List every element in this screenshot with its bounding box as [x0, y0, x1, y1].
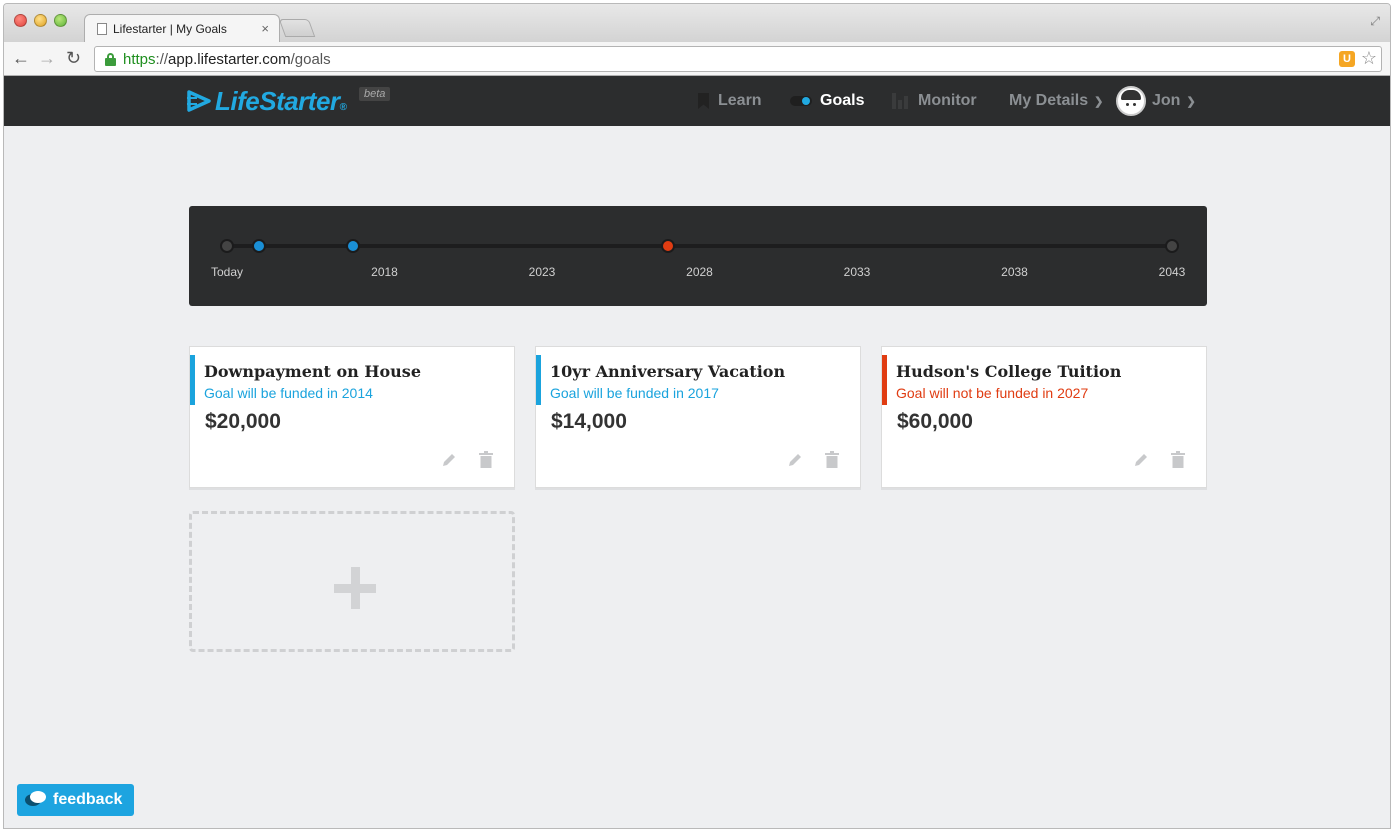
- timeline-marker-funded[interactable]: [346, 239, 360, 253]
- goal-status-bar: [882, 355, 887, 405]
- new-tab-button[interactable]: [278, 19, 316, 37]
- forward-arrow-icon[interactable]: →: [38, 48, 56, 68]
- browser-tab[interactable]: Lifestarter | My Goals ×: [84, 14, 280, 43]
- goal-amount: $14,000: [551, 410, 627, 433]
- goal-status: Goal will be funded in 2017: [550, 385, 719, 401]
- timeline-year-label: 2043: [1158, 265, 1186, 279]
- timeline-track: [227, 244, 1172, 248]
- goal-card[interactable]: Downpayment on House Goal will be funded…: [189, 346, 515, 488]
- timeline-year-label: Today: [210, 265, 244, 279]
- timeline-year-label: 2038: [1001, 265, 1028, 279]
- nav-monitor-label: Monitor: [918, 92, 977, 109]
- goal-title: Downpayment on House: [204, 362, 421, 381]
- goal-status: Goal will not be funded in 2027: [896, 385, 1089, 401]
- reload-icon[interactable]: ↻: [66, 48, 81, 68]
- trash-icon[interactable]: [479, 451, 493, 468]
- timeline-marker-funded[interactable]: [251, 239, 266, 253]
- goal-card[interactable]: 10yr Anniversary Vacation Goal will be f…: [535, 346, 861, 488]
- goal-title: 10yr Anniversary Vacation: [550, 362, 786, 381]
- goals-timeline: Today 2018 2023 2028 2033 2038 2043: [189, 206, 1207, 306]
- user-name: Jon: [1152, 92, 1181, 109]
- goal-amount: $60,000: [897, 410, 973, 433]
- browser-toolbar: ← → ↻ https://app.lifestarter.com/goals …: [4, 42, 1390, 76]
- tab-title: Lifestarter | My Goals: [113, 22, 227, 36]
- fullscreen-icon[interactable]: ⤢: [1370, 14, 1380, 29]
- timeline-year-label: 2018: [371, 265, 398, 279]
- goal-status-bar: [190, 355, 195, 405]
- trash-icon[interactable]: [1171, 451, 1185, 468]
- bookmark-icon: [698, 93, 709, 109]
- bookmark-star-icon[interactable]: ☆: [1361, 48, 1377, 69]
- minimize-window-button[interactable]: [34, 14, 47, 27]
- timeline-year-label: 2033: [843, 265, 871, 279]
- nav-learn[interactable]: Learn: [698, 76, 762, 126]
- feedback-label: feedback: [53, 791, 123, 808]
- user-menu[interactable]: Jon ❯: [1116, 76, 1196, 126]
- bar-chart-icon: [892, 93, 910, 109]
- nav-monitor[interactable]: Monitor: [892, 76, 977, 126]
- logo-play-icon: [187, 90, 211, 112]
- goal-title: Hudson's College Tuition: [896, 362, 1122, 381]
- toggle-icon: [790, 96, 812, 106]
- tab-close-icon[interactable]: ×: [261, 21, 269, 36]
- trash-icon[interactable]: [825, 451, 839, 468]
- avatar: [1116, 86, 1146, 116]
- nav-learn-label: Learn: [718, 92, 762, 109]
- extension-icon[interactable]: U: [1339, 51, 1355, 67]
- nav-goals-label: Goals: [820, 92, 865, 109]
- pencil-icon[interactable]: [1132, 451, 1150, 469]
- nav-my-details[interactable]: My Details ❯: [1009, 76, 1103, 126]
- timeline-marker-end[interactable]: [1165, 239, 1179, 253]
- app-header: LifeStarter® beta Learn Goals Monitor My…: [4, 76, 1390, 126]
- browser-window: Lifestarter | My Goals × ⤢ ← → ↻ https:/…: [3, 3, 1391, 829]
- goal-status-bar: [536, 355, 541, 405]
- url-text[interactable]: https://app.lifestarter.com/goals: [123, 51, 331, 68]
- timeline-marker-now[interactable]: [220, 239, 234, 253]
- lock-icon: [105, 53, 116, 66]
- logo-text: LifeStarter®: [215, 86, 347, 116]
- goal-status: Goal will be funded in 2014: [204, 385, 373, 401]
- nav-details-label: My Details: [1009, 92, 1089, 109]
- pencil-icon[interactable]: [440, 451, 458, 469]
- add-goal-button[interactable]: [189, 511, 515, 652]
- chevron-down-icon: ❯: [1186, 95, 1196, 108]
- plus-icon: [334, 567, 376, 609]
- timeline-year-label: 2023: [528, 265, 556, 279]
- address-bar[interactable]: https://app.lifestarter.com/goals U ☆: [94, 46, 1382, 72]
- speech-bubble-icon: [25, 791, 47, 809]
- maximize-window-button[interactable]: [54, 14, 67, 27]
- timeline-marker-not-funded[interactable]: [661, 239, 675, 253]
- timeline-year-label: 2028: [686, 265, 713, 279]
- close-window-button[interactable]: [14, 14, 27, 27]
- back-arrow-icon[interactable]: ←: [12, 48, 30, 68]
- goal-card[interactable]: Hudson's College Tuition Goal will not b…: [881, 346, 1207, 488]
- page-icon: [97, 23, 107, 35]
- nav-goals[interactable]: Goals: [790, 76, 864, 126]
- goal-amount: $20,000: [205, 410, 281, 433]
- pencil-icon[interactable]: [786, 451, 804, 469]
- title-bar: Lifestarter | My Goals × ⤢: [4, 4, 1390, 43]
- feedback-button[interactable]: feedback: [17, 784, 134, 816]
- beta-badge: beta: [359, 87, 391, 101]
- chevron-down-icon: ❯: [1094, 95, 1104, 108]
